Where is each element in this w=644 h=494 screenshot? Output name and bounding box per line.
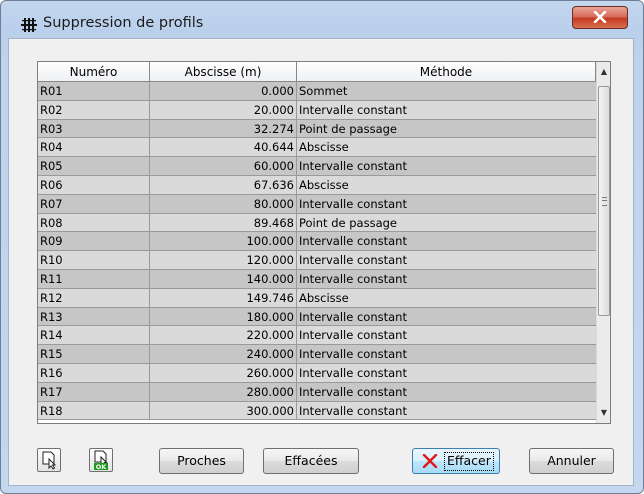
effacees-button[interactable]: Effacées bbox=[263, 448, 359, 474]
cell-numero: R06 bbox=[38, 175, 150, 195]
cell-methode: Intervalle constant bbox=[297, 157, 596, 176]
cell-numero: R13 bbox=[38, 307, 150, 327]
effacer-button-label: Effacer bbox=[444, 452, 494, 471]
cell-abscisse: 89.468 bbox=[150, 213, 297, 233]
select-profile-button[interactable] bbox=[37, 448, 61, 472]
table-row[interactable]: R02 20.000 Intervalle constant bbox=[38, 100, 596, 120]
cell-abscisse: 20.000 bbox=[150, 100, 297, 120]
cell-numero: R11 bbox=[38, 269, 150, 289]
cell-methode: Abscisse bbox=[297, 175, 596, 195]
cell-abscisse: 280.000 bbox=[150, 382, 297, 402]
scroll-down-arrow-icon[interactable]: ▼ bbox=[597, 405, 610, 421]
cell-abscisse: 60.000 bbox=[150, 157, 297, 176]
cell-numero: R17 bbox=[38, 382, 150, 402]
cell-abscisse: 240.000 bbox=[150, 345, 297, 364]
cell-numero: R16 bbox=[38, 363, 150, 383]
table-row[interactable]: R10 120.000 Intervalle constant bbox=[38, 251, 596, 270]
scrollbar-thumb[interactable] bbox=[598, 86, 610, 316]
cell-numero: R07 bbox=[38, 194, 150, 214]
table-row[interactable]: R01 0.000 Sommet bbox=[38, 82, 596, 101]
table-body: R01 0.000 Sommet R02 20.000 Intervalle const… bbox=[38, 82, 596, 421]
cell-methode: Intervalle constant bbox=[297, 363, 596, 383]
cell-numero: R18 bbox=[38, 401, 150, 421]
table-row[interactable]: R09 100.000 Intervalle constant bbox=[38, 232, 596, 252]
table-row[interactable]: R15 240.000 Intervalle constant bbox=[38, 345, 596, 364]
table-row[interactable]: R11 140.000 Intervalle constant bbox=[38, 269, 596, 289]
table-row[interactable]: R07 80.000 Intervalle constant bbox=[38, 194, 596, 214]
cell-numero: R12 bbox=[38, 288, 150, 308]
table-row[interactable]: R17 280.000 Intervalle constant bbox=[38, 382, 596, 402]
cell-abscisse: 180.000 bbox=[150, 307, 297, 327]
cell-methode: Intervalle constant bbox=[297, 345, 596, 364]
vertical-scrollbar[interactable]: ▲ ▼ bbox=[596, 62, 610, 423]
cell-methode: Intervalle constant bbox=[297, 326, 596, 346]
cell-abscisse: 149.746 bbox=[150, 288, 297, 308]
cell-numero: R04 bbox=[38, 138, 150, 158]
table-row[interactable]: R14 220.000 Intervalle constant bbox=[38, 326, 596, 346]
table-row[interactable]: R13 180.000 Intervalle constant bbox=[38, 307, 596, 327]
scrollbar-grip-icon bbox=[602, 197, 607, 206]
cell-abscisse: 140.000 bbox=[150, 269, 297, 289]
table-row[interactable]: R12 149.746 Abscisse bbox=[38, 288, 596, 308]
cell-methode: Abscisse bbox=[297, 138, 596, 158]
window-title: Suppression de profils bbox=[43, 15, 204, 31]
cell-methode: Intervalle constant bbox=[297, 269, 596, 289]
cell-numero: R05 bbox=[38, 157, 150, 176]
cell-abscisse: 260.000 bbox=[150, 363, 297, 383]
table-row[interactable]: R06 67.636 Abscisse bbox=[38, 175, 596, 195]
cell-abscisse: 300.000 bbox=[150, 401, 297, 421]
table-row[interactable]: R03 32.274 Point de passage bbox=[38, 119, 596, 139]
close-icon bbox=[593, 11, 607, 23]
select-ok-button[interactable]: OK bbox=[89, 448, 113, 472]
table-row[interactable]: R04 40.644 Abscisse bbox=[38, 138, 596, 158]
cell-methode: Intervalle constant bbox=[297, 232, 596, 252]
select-cursor-icon bbox=[42, 451, 57, 470]
cell-methode: Point de passage bbox=[297, 213, 596, 233]
cell-methode: Intervalle constant bbox=[297, 194, 596, 214]
effacer-button[interactable]: Effacer bbox=[412, 448, 500, 474]
select-ok-badge: OK bbox=[96, 463, 108, 471]
cell-numero: R02 bbox=[38, 100, 150, 120]
cell-methode: Intervalle constant bbox=[297, 307, 596, 327]
delete-x-icon bbox=[422, 454, 438, 468]
cell-abscisse: 100.000 bbox=[150, 232, 297, 252]
table-row[interactable]: R18 300.000 Intervalle constant bbox=[38, 401, 596, 421]
cell-abscisse: 0.000 bbox=[150, 82, 297, 101]
cell-abscisse: 67.636 bbox=[150, 175, 297, 195]
cell-numero: R08 bbox=[38, 213, 150, 233]
annuler-button[interactable]: Annuler bbox=[529, 448, 614, 474]
cell-numero: R10 bbox=[38, 251, 150, 270]
cell-methode: Intervalle constant bbox=[297, 100, 596, 120]
profiles-table[interactable]: Numéro Abscisse (m) Méthode R01 0.000 Somm… bbox=[37, 61, 611, 424]
cell-numero: R15 bbox=[38, 345, 150, 364]
column-header-methode[interactable]: Méthode bbox=[297, 62, 596, 82]
table-row[interactable]: R16 260.000 Intervalle constant bbox=[38, 363, 596, 383]
select-ok-icon: OK bbox=[94, 450, 108, 471]
cell-methode: Intervalle constant bbox=[297, 382, 596, 402]
cell-abscisse: 120.000 bbox=[150, 251, 297, 270]
cell-abscisse: 40.644 bbox=[150, 138, 297, 158]
column-header-numero[interactable]: Numéro bbox=[38, 62, 150, 82]
close-button[interactable] bbox=[572, 6, 628, 29]
cell-methode: Point de passage bbox=[297, 119, 596, 139]
proches-button[interactable]: Proches bbox=[159, 448, 244, 474]
cell-numero: R09 bbox=[38, 232, 150, 252]
cell-abscisse: 80.000 bbox=[150, 194, 297, 214]
column-header-abscisse[interactable]: Abscisse (m) bbox=[150, 62, 297, 82]
cell-methode: Intervalle constant bbox=[297, 401, 596, 421]
cell-methode: Sommet bbox=[297, 82, 596, 101]
cell-numero: R14 bbox=[38, 326, 150, 346]
cell-methode: Intervalle constant bbox=[297, 251, 596, 270]
table-header: Numéro Abscisse (m) Méthode bbox=[38, 62, 596, 82]
cell-numero: R01 bbox=[38, 82, 150, 101]
cell-methode: Abscisse bbox=[297, 288, 596, 308]
table-row[interactable]: R05 60.000 Intervalle constant bbox=[38, 157, 596, 176]
cell-numero: R03 bbox=[38, 119, 150, 139]
scroll-up-arrow-icon[interactable]: ▲ bbox=[597, 64, 610, 80]
table-row[interactable]: R08 89.468 Point de passage bbox=[38, 213, 596, 233]
cell-abscisse: 32.274 bbox=[150, 119, 297, 139]
cell-abscisse: 220.000 bbox=[150, 326, 297, 346]
profile-grid-icon bbox=[21, 18, 37, 32]
